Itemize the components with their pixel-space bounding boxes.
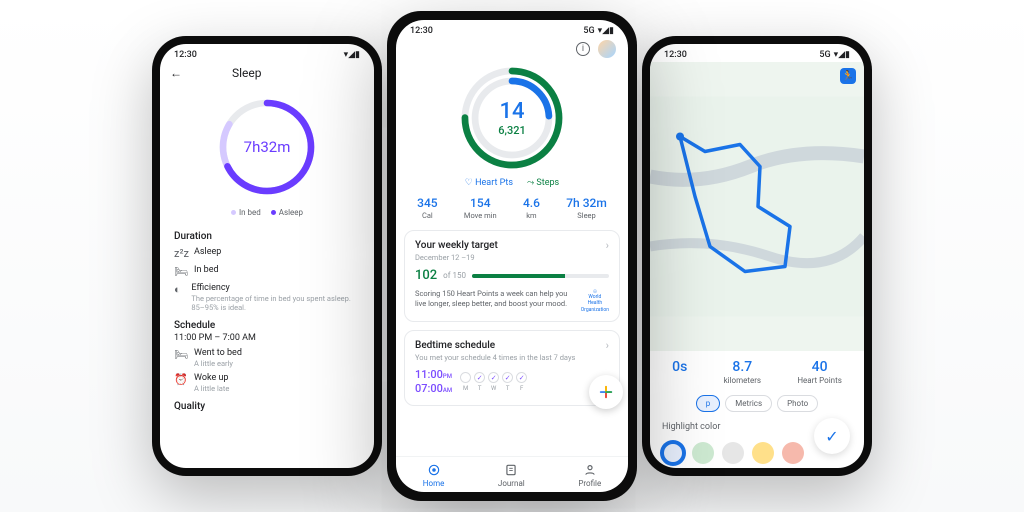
weekly-target-title: Your weekly target	[415, 240, 498, 251]
activity-ring[interactable]: 14 6,321	[456, 62, 568, 174]
confirm-button[interactable]: ✓	[814, 418, 850, 454]
stat-heart-points: 40Heart Points	[797, 359, 841, 385]
status-signal: 5G ▾◢▮	[819, 50, 850, 60]
alarm-icon: ⏰	[174, 373, 186, 386]
bedtime-title: Bedtime schedule	[415, 340, 495, 351]
home-phone: 12:30 5G ▾◢▮ i 14 6,321 ♡ Heart Pts ⤳ St…	[387, 11, 637, 501]
color-yellow[interactable]	[752, 442, 774, 464]
stat-distance: 8.7kilometers	[724, 359, 761, 385]
sleep-duration-value: 7h32m	[212, 92, 322, 202]
stat-km[interactable]: 4.6km	[523, 196, 540, 220]
nav-journal[interactable]: Journal	[498, 463, 525, 488]
chip-metrics[interactable]: Metrics	[725, 395, 772, 412]
steps-value: 6,321	[498, 124, 525, 137]
row-asleep[interactable]: z²zAsleep	[174, 247, 360, 260]
bedtime-sub: You met your schedule 4 times in the las…	[415, 353, 609, 362]
chevron-right-icon: ›	[606, 339, 609, 352]
bedtime-card[interactable]: Bedtime schedule › You met your schedule …	[404, 330, 620, 406]
went-to-bed-icon: 🛏︎	[174, 348, 186, 361]
color-blue[interactable]	[662, 442, 684, 464]
status-time: 12:30	[410, 26, 433, 36]
page-title: Sleep	[232, 66, 262, 80]
map-view[interactable]: 🏃 on run	[650, 62, 864, 351]
legend-heart-pts: ♡ Heart Pts	[465, 178, 513, 188]
activity-phone: 12:30 5G ▾◢▮ 🏃 on run 0s 8.7kilometers 4…	[642, 36, 872, 476]
sleep-ring: 7h32m	[212, 92, 322, 202]
legend-steps: ⤳ Steps	[527, 178, 559, 188]
stat-move-min[interactable]: 154Move min	[464, 196, 497, 220]
weekly-dates: December 12 –19	[415, 253, 609, 262]
stat-duration: 0s	[672, 359, 687, 385]
weekly-description: Scoring 150 Heart Points a week can help…	[415, 289, 575, 313]
weekly-progress-value: 102	[415, 268, 437, 283]
chip-row: p Metrics Photo	[650, 391, 864, 416]
weekly-target-card[interactable]: Your weekly target› December 12 –19 102 …	[404, 230, 620, 322]
info-icon[interactable]: i	[576, 42, 590, 56]
add-fab[interactable]	[589, 375, 623, 409]
weekly-progress-bar	[472, 274, 609, 278]
avatar[interactable]	[598, 40, 616, 58]
status-time: 12:30	[174, 50, 197, 60]
sleep-legend: In bed Asleep	[160, 208, 374, 217]
activity-stats: 0s 8.7kilometers 40Heart Points	[650, 351, 864, 391]
section-duration: Duration	[174, 231, 360, 242]
bedtime-days: M ✓T ✓W ✓T ✓F	[460, 372, 527, 392]
bed-icon: 🛏︎	[174, 265, 186, 278]
status-bar: 12:30 5G ▾◢▮	[396, 20, 628, 38]
sleep-phone: 12:30 ▾◢▮ ← Sleep 7h32m In bed Asleep Du…	[152, 36, 382, 476]
back-arrow-icon[interactable]: ←	[170, 66, 182, 80]
schedule-range: 11:00 PM – 7:00 AM	[174, 333, 360, 343]
status-signal: 5G ▾◢▮	[583, 26, 614, 36]
status-time: 12:30	[664, 50, 687, 60]
heart-points-value: 14	[499, 99, 524, 124]
ring-legend: ♡ Heart Pts ⤳ Steps	[396, 178, 628, 188]
bedtime-times: 11:00PM 07:00AM	[415, 368, 452, 397]
nav-home[interactable]: Home	[423, 463, 445, 488]
color-coral[interactable]	[782, 442, 804, 464]
section-quality: Quality	[174, 401, 360, 412]
section-schedule: Schedule	[174, 320, 360, 331]
stat-cal[interactable]: 345Cal	[417, 196, 437, 220]
status-bar: 12:30 ▾◢▮	[160, 44, 374, 62]
row-woke-up[interactable]: ⏰Woke upA little late	[174, 373, 360, 393]
row-inbed[interactable]: 🛏︎In bed	[174, 265, 360, 278]
status-bar: 12:30 5G ▾◢▮	[650, 44, 864, 62]
row-went-to-bed[interactable]: 🛏︎Went to bedA little early	[174, 348, 360, 368]
asleep-icon: z²z	[174, 247, 186, 260]
chevron-right-icon: ›	[606, 239, 609, 252]
color-grey[interactable]	[722, 442, 744, 464]
efficiency-icon: ◐	[174, 283, 183, 296]
weekly-progress-of: of 150	[443, 271, 466, 280]
chip-map[interactable]: p	[696, 395, 721, 412]
bottom-nav: Home Journal Profile	[396, 456, 628, 492]
status-signal: ▾◢▮	[344, 50, 360, 60]
color-green[interactable]	[692, 442, 714, 464]
nav-profile[interactable]: Profile	[578, 463, 601, 488]
summary-stats: 345Cal 154Move min 4.6km 7h 32mSleep	[396, 188, 628, 230]
who-logo: World Health Organization	[581, 289, 609, 313]
stat-sleep[interactable]: 7h 32mSleep	[566, 196, 607, 220]
row-efficiency[interactable]: ◐EfficiencyThe percentage of time in bed…	[174, 283, 360, 312]
chip-photo[interactable]: Photo	[777, 395, 818, 412]
route-path	[650, 62, 864, 351]
